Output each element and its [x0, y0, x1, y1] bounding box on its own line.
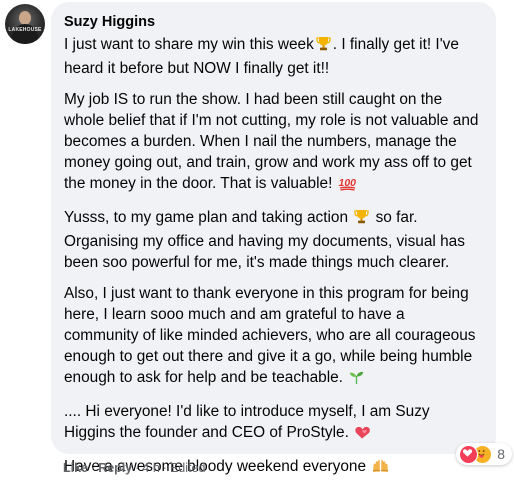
reaction-count: 8 — [497, 446, 505, 462]
trophy-icon — [315, 35, 332, 58]
hundred-points-icon: 100 — [338, 174, 357, 197]
comment-author[interactable]: Suzy Higgins — [64, 13, 482, 31]
comment-text: My job IS to run the show. I had been st… — [64, 91, 479, 192]
comment-paragraph: I just want to share my win this week. I… — [64, 34, 482, 79]
avatar[interactable]: LAKEHOUSE — [5, 4, 45, 44]
comment-timestamp[interactable]: 4 h — [142, 461, 159, 475]
comment-text: I just want to share my win this week — [64, 36, 314, 53]
comment-text: .... Hi everyone! I'd like to introduce … — [64, 403, 430, 441]
comment-bubble: Suzy Higgins I just want to share my win… — [51, 2, 496, 475]
heart-icon — [354, 423, 372, 446]
comment-actions: Like · Reply · 4 h · Edited — [63, 461, 205, 475]
edited-label: Edited — [169, 461, 206, 475]
reply-button[interactable]: Reply — [98, 461, 132, 475]
comment-text: Also, I just want to thank everyone in t… — [64, 285, 476, 386]
comment-paragraph: Also, I just want to thank everyone in t… — [64, 283, 482, 391]
comment-paragraph: My job IS to run the show. I had been st… — [64, 89, 482, 197]
comment-body: I just want to share my win this week. I… — [64, 34, 482, 480]
comment-text: Yusss, to my game plan and taking action — [64, 209, 353, 226]
seedling-icon — [348, 368, 365, 391]
raised-hands-icon — [371, 457, 390, 480]
avatar-badge-text: LAKEHOUSE — [8, 27, 42, 33]
reactions-summary[interactable]: 8 — [456, 443, 512, 465]
separator: · — [162, 461, 167, 475]
separator: · — [135, 461, 140, 475]
love-reaction-icon — [459, 444, 479, 464]
comment-paragraph: Yusss, to my game plan and taking action… — [64, 207, 482, 273]
separator: · — [91, 461, 96, 475]
like-button[interactable]: Like — [63, 461, 88, 475]
avatar-face — [19, 11, 31, 25]
trophy-icon — [353, 208, 370, 231]
comment-paragraph: .... Hi everyone! I'd like to introduce … — [64, 401, 482, 446]
